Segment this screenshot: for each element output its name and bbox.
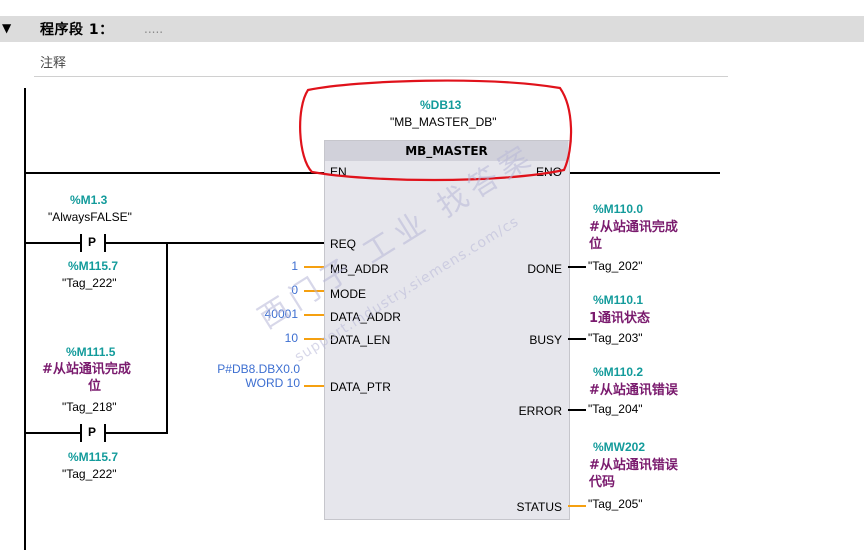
mb-master-block[interactable] — [324, 140, 570, 520]
out-error-tag[interactable]: "Tag_204" — [588, 402, 643, 416]
pin-mb-addr[interactable]: MB_ADDR — [330, 262, 389, 276]
stub-data-ptr — [304, 385, 324, 387]
out-done-address: %M110.0 — [593, 202, 644, 216]
out-status-wire — [568, 505, 586, 507]
contact-bottom-edge-tag: "Tag_222" — [62, 467, 117, 481]
stub-mb-addr — [304, 266, 324, 268]
contact-bottom-type: P — [88, 425, 97, 439]
pin-data-len[interactable]: DATA_LEN — [330, 333, 390, 347]
stub-data-addr — [304, 314, 324, 316]
pin-done[interactable]: DONE — [500, 262, 562, 276]
contact-bottom-edge-address: %M115.7 — [68, 450, 119, 464]
pin-data-addr[interactable]: DATA_ADDR — [330, 310, 401, 324]
network-header — [0, 16, 864, 42]
stub-data-len — [304, 338, 324, 340]
contact-top-edge-address: %M115.7 — [68, 259, 119, 273]
out-status-address: %MW202 — [593, 440, 646, 454]
branch-wire-left-bottom — [24, 432, 80, 434]
contact-bottom-comment-2: 位 — [88, 379, 102, 394]
contact-bottom-tag: "Tag_218" — [62, 400, 117, 414]
network-title: 程序段 1： — [40, 22, 114, 38]
out-done-comment: #从站通讯完成 — [589, 220, 678, 235]
contact-top-edge-tag: "Tag_222" — [62, 276, 117, 290]
req-wire — [106, 242, 325, 244]
out-error-wire — [568, 409, 586, 411]
contact-top-tag: "AlwaysFALSE" — [48, 210, 132, 224]
out-status-tag[interactable]: "Tag_205" — [588, 497, 643, 511]
pin-mode[interactable]: MODE — [330, 287, 366, 301]
collapse-triangle-icon[interactable]: ▼ — [2, 21, 11, 35]
contact-bottom-comment: #从站通讯完成 — [42, 362, 131, 377]
value-data-len[interactable]: 10 — [266, 331, 298, 345]
out-status-comment-2: 代码 — [589, 475, 616, 490]
en-wire — [24, 172, 325, 174]
out-busy-tag[interactable]: "Tag_203" — [588, 331, 643, 345]
contact-top-p-edge[interactable]: P — [80, 234, 108, 252]
value-mode[interactable]: 0 — [266, 283, 298, 297]
value-mb-addr[interactable]: 1 — [266, 259, 298, 273]
contact-bottom-p-edge[interactable]: P — [80, 424, 108, 442]
out-busy-comment: 1通讯状态 — [589, 311, 651, 326]
pin-busy[interactable]: BUSY — [500, 333, 562, 347]
value-data-ptr[interactable]: P#DB8.DBX0.0 — [190, 362, 300, 376]
out-error-comment: #从站通讯错误 — [589, 383, 678, 398]
left-power-rail — [24, 88, 26, 550]
pin-req[interactable]: REQ — [330, 237, 356, 251]
out-done-comment-2: 位 — [589, 237, 603, 252]
annotation-ellipse — [299, 79, 573, 182]
contact-top-address: %M1.3 — [70, 193, 108, 207]
out-done-wire — [568, 266, 586, 268]
contact-bottom-address: %M111.5 — [66, 345, 116, 359]
pin-status[interactable]: STATUS — [500, 500, 562, 514]
out-done-tag[interactable]: "Tag_202" — [588, 259, 643, 273]
eno-wire — [568, 172, 720, 174]
branch-wire-right-bottom — [106, 432, 168, 434]
network-comment[interactable]: 注释 — [40, 52, 66, 71]
value-data-addr[interactable]: 40001 — [236, 307, 298, 321]
value-data-ptr-2[interactable]: WORD 10 — [190, 376, 300, 390]
pin-error[interactable]: ERROR — [500, 404, 562, 418]
req-wire-left-top — [24, 242, 80, 244]
out-busy-address: %M110.1 — [593, 293, 644, 307]
out-status-comment: #从站通讯错误 — [589, 458, 678, 473]
out-error-address: %M110.2 — [593, 365, 644, 379]
stub-mode — [304, 290, 324, 292]
out-busy-wire — [568, 338, 586, 340]
network-title-placeholder[interactable]: ..... — [144, 22, 163, 36]
pin-data-ptr[interactable]: DATA_PTR — [330, 380, 391, 394]
or-branch-vertical — [166, 242, 168, 434]
network-comment-row[interactable] — [34, 42, 728, 77]
contact-top-type: P — [88, 235, 97, 249]
